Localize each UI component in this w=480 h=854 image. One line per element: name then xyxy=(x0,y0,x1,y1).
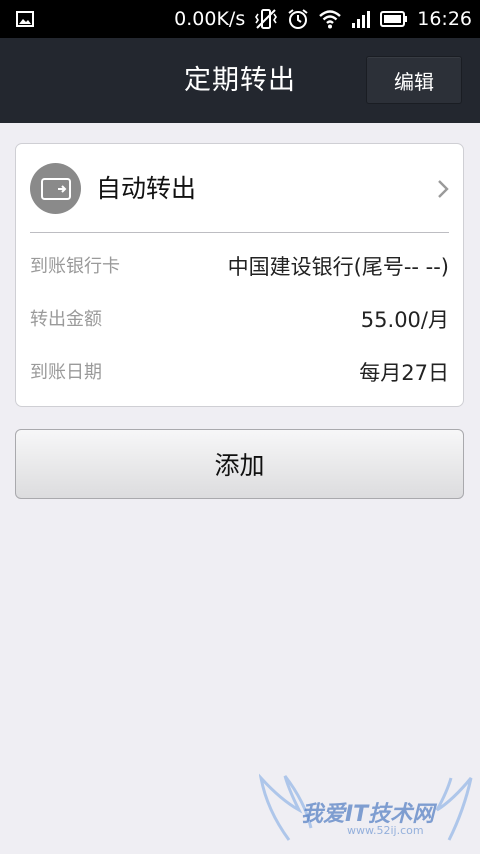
vibrate-off-icon xyxy=(254,7,278,31)
signal-icon xyxy=(351,9,371,29)
status-bar: 0.00K/s 16:26 xyxy=(0,0,480,38)
transfer-amount-row: 转出金额 55.00/月 xyxy=(30,300,449,340)
clock-time: 16:26 xyxy=(417,8,472,30)
arrival-date-row: 到账日期 每月27日 xyxy=(30,353,449,393)
receiving-bank-card-value: 中国建设银行(尾号-- --) xyxy=(227,255,449,279)
card-divider xyxy=(30,232,449,233)
alarm-icon xyxy=(287,8,309,30)
auto-transfer-header[interactable]: 自动转出 xyxy=(16,144,463,233)
arrival-date-label: 到账日期 xyxy=(30,362,102,383)
gallery-notification-icon xyxy=(16,11,34,27)
title-bar: 定期转出 编辑 xyxy=(0,38,480,123)
add-button[interactable]: 添加 xyxy=(15,429,464,499)
receiving-bank-card-row: 到账银行卡 中国建设银行(尾号-- --) xyxy=(30,247,449,287)
site-watermark: 我爱IT技术网 www.52ij.com xyxy=(259,770,474,850)
battery-icon xyxy=(380,11,408,27)
receiving-bank-card-label: 到账银行卡 xyxy=(30,256,120,277)
arrival-date-value: 每月27日 xyxy=(359,361,449,385)
network-speed: 0.00K/s xyxy=(174,8,246,30)
transfer-amount-value: 55.00/月 xyxy=(360,308,449,332)
edit-button[interactable]: 编辑 xyxy=(366,56,462,104)
wifi-icon xyxy=(318,9,342,29)
transfer-amount-label: 转出金额 xyxy=(30,309,102,330)
auto-transfer-title: 自动转出 xyxy=(96,174,197,203)
bank-card-icon xyxy=(30,163,81,214)
chevron-right-icon xyxy=(437,179,449,203)
watermark-url: www.52ij.com xyxy=(347,824,424,837)
auto-transfer-card: 自动转出 到账银行卡 中国建设银行(尾号-- --) 转出金额 55.00/月 … xyxy=(15,143,464,407)
